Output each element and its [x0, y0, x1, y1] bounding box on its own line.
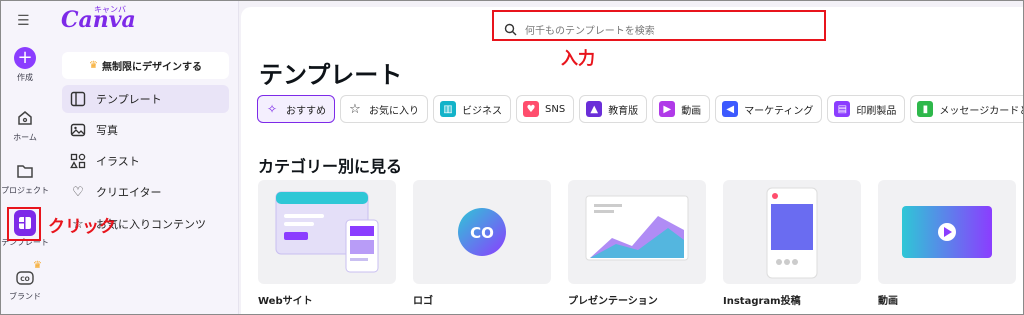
chip-education[interactable]: ▲ 教育版 [579, 95, 648, 123]
card-label: プレゼンテーション [568, 296, 658, 307]
chip-label: ビジネス [462, 105, 502, 117]
home-icon [14, 107, 36, 129]
rail-item-projects[interactable]: プロジェクト [1, 160, 49, 196]
crown-icon: ♛ [89, 60, 98, 71]
star-icon: ☆ [349, 101, 361, 117]
rail-item-create[interactable]: + 作成 [1, 47, 49, 83]
printer-icon: ▤ [834, 101, 851, 117]
photo-icon [70, 122, 86, 138]
pro-upgrade-button[interactable]: ♛ 無制限にデザインする [62, 52, 229, 79]
chip-label: マーケティング [744, 105, 814, 117]
category-cards: Webサイト CO ロゴ プレゼンテーション Instagram投稿 動画 [258, 180, 1016, 307]
card-label: ロゴ [413, 296, 433, 307]
input-highlight-box [492, 10, 826, 41]
crown-icon: ♛ [33, 260, 42, 271]
nav-label-creators: クリエイター [96, 186, 162, 199]
click-annotation: クリック [48, 217, 116, 237]
chip-video[interactable]: ▶ 動画 [652, 95, 711, 123]
presentation-thumbnail [568, 180, 706, 284]
nav-item-templates[interactable]: テンプレート [62, 85, 229, 113]
nav-item-photos[interactable]: 写真 [62, 116, 229, 144]
input-annotation: 入力 [561, 49, 595, 69]
logo-subtitle: キャンバ [94, 5, 126, 14]
nav-label-illustrations: イラスト [96, 155, 140, 168]
logo-thumbnail: CO [413, 180, 551, 284]
chip-label: おすすめ [286, 105, 326, 117]
app-window: ☰ + 作成 ホーム プロジェクト テンプレート CO ♛ ブランド Canva… [0, 0, 1024, 315]
card-label: Webサイト [258, 296, 313, 307]
building-icon: ▥ [440, 101, 456, 117]
chip-print[interactable]: ▤ 印刷製品 [827, 95, 906, 123]
card-label: Instagram投稿 [723, 296, 801, 307]
chip-label: メッセージカードと招 [939, 105, 1023, 117]
chip-recommended[interactable]: ✧ おすすめ [257, 95, 335, 123]
graduation-cap-icon: ▲ [586, 101, 603, 117]
card-website[interactable]: Webサイト [258, 180, 396, 307]
card-icon: ▮ [917, 101, 934, 117]
chip-favorites[interactable]: ☆ お気に入り [340, 95, 428, 123]
heart-icon: ♡ [72, 184, 84, 200]
card-presentation[interactable]: プレゼンテーション [568, 180, 706, 307]
chip-business[interactable]: ▥ ビジネス [433, 95, 511, 123]
rail-label-home: ホーム [13, 133, 37, 142]
chip-label: 教育版 [608, 105, 639, 117]
rail-label-create: 作成 [17, 73, 33, 82]
chip-label: 動画 [681, 105, 702, 117]
click-highlight-box [7, 207, 41, 241]
chip-sns[interactable]: ♥ SNS [516, 95, 575, 123]
chip-label: お気に入り [369, 105, 419, 117]
heart-icon: ♥ [523, 101, 539, 117]
plus-icon: + [14, 47, 36, 69]
rail-item-brand[interactable]: CO ♛ ブランド [1, 260, 49, 302]
sparkle-icon: ✧ [266, 102, 278, 116]
card-label: 動画 [878, 296, 898, 307]
category-chips: ✧ おすすめ ☆ お気に入り ▥ ビジネス ♥ SNS ▲ 教育版 ▶ 動画 ◀… [257, 95, 1023, 123]
shapes-icon [70, 153, 86, 169]
main-content: 何千ものテンプレートを検索 テンプレート ✧ おすすめ ☆ お気に入り ▥ ビジ… [241, 7, 1023, 314]
video-thumbnail [878, 180, 1016, 284]
left-rail: ☰ + 作成 ホーム プロジェクト テンプレート CO ♛ ブランド [1, 1, 49, 314]
nav-label-photos: 写真 [96, 124, 118, 137]
rail-item-home[interactable]: ホーム [1, 107, 49, 143]
nav-item-illustrations[interactable]: イラスト [62, 147, 229, 175]
page-title: テンプレート [259, 61, 403, 89]
card-logo[interactable]: CO ロゴ [413, 180, 551, 307]
pro-upgrade-label: 無制限にデザインする [101, 62, 202, 73]
card-instagram[interactable]: Instagram投稿 [723, 180, 861, 307]
collapse-menu-icon[interactable]: ☰ [17, 13, 30, 29]
chip-label: 印刷製品 [856, 105, 897, 117]
website-thumbnail [258, 180, 396, 284]
svg-text:CO: CO [20, 276, 30, 283]
section-title: カテゴリー別に見る [258, 157, 403, 176]
nav-label-templates: テンプレート [96, 93, 162, 106]
rail-label-projects: プロジェクト [1, 186, 49, 195]
chip-label: SNS [545, 103, 566, 115]
folder-icon [14, 160, 36, 182]
video-camera-icon: ▶ [659, 101, 676, 117]
card-video[interactable]: 動画 [878, 180, 1016, 307]
nav-item-creators[interactable]: ♡ クリエイター [62, 178, 229, 206]
template-icon [70, 91, 86, 107]
megaphone-icon: ◀ [722, 101, 739, 117]
logo-thumb-text: CO [470, 224, 494, 242]
chip-cards[interactable]: ▮ メッセージカードと招 [910, 95, 1023, 123]
chip-marketing[interactable]: ◀ マーケティング [715, 95, 823, 123]
rail-label-brand: ブランド [9, 292, 41, 301]
instagram-thumbnail [723, 180, 861, 284]
